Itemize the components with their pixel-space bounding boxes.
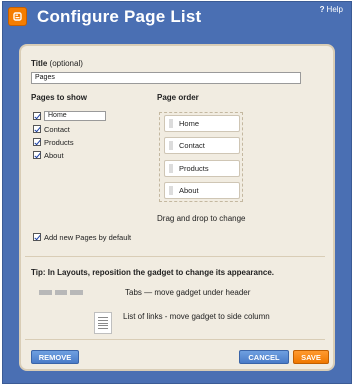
title-input[interactable]: Pages	[31, 72, 301, 84]
settings-panel: Title (optional) Pages Pages to show Hom…	[19, 44, 335, 371]
configure-page-list-dialog: Configure Page List ? Help Title (option…	[2, 1, 352, 384]
order-item-label: Home	[179, 119, 200, 128]
pages-to-show-label: Pages to show	[31, 93, 88, 102]
drag-hint: Drag and drop to change	[157, 214, 246, 223]
page-label-about: About	[44, 150, 64, 160]
help-icon: ?	[319, 5, 325, 14]
dialog-header: Configure Page List ? Help	[3, 2, 351, 34]
checkbox[interactable]	[33, 138, 41, 146]
page-order-label: Page order	[157, 93, 199, 102]
order-item-contact[interactable]: Contact	[164, 137, 240, 154]
tip-text: Tip: In Layouts, reposition the gadget t…	[31, 268, 274, 277]
title-field-label: Title (optional)	[31, 59, 83, 68]
tabs-layout-icon	[39, 290, 84, 296]
page-checkbox-about[interactable]: About	[33, 150, 64, 160]
divider	[25, 256, 325, 257]
page-label-contact: Contact	[44, 124, 70, 134]
list-description: List of links - move gadget to side colu…	[123, 312, 270, 321]
help-label: Help	[326, 5, 343, 14]
cancel-button[interactable]: CANCEL	[239, 350, 289, 364]
page-label-input-home[interactable]: Home	[44, 111, 106, 121]
list-layout-icon	[94, 312, 112, 334]
drag-handle-icon[interactable]	[169, 164, 173, 173]
divider	[25, 339, 325, 340]
drag-handle-icon[interactable]	[169, 186, 173, 195]
checkbox[interactable]	[33, 112, 41, 120]
title-label: Title	[31, 59, 48, 68]
order-item-label: About	[179, 186, 199, 195]
order-item-home[interactable]: Home	[164, 115, 240, 132]
drag-handle-icon[interactable]	[169, 141, 173, 150]
help-link[interactable]: ? Help	[320, 5, 343, 14]
add-new-pages-option[interactable]: Add new Pages by default	[33, 232, 131, 242]
page-checkbox-contact[interactable]: Contact	[33, 124, 70, 134]
save-button[interactable]: SAVE	[293, 350, 329, 364]
page-order-list: Home Contact Products About	[159, 112, 243, 202]
blogger-icon	[8, 7, 27, 26]
page-checkbox-products[interactable]: Products	[33, 137, 74, 147]
add-new-pages-label: Add new Pages by default	[44, 232, 132, 242]
tabs-description: Tabs — move gadget under header	[125, 288, 251, 297]
drag-handle-icon[interactable]	[169, 119, 173, 128]
order-item-about[interactable]: About	[164, 182, 240, 199]
checkbox[interactable]	[33, 151, 41, 159]
checkbox[interactable]	[33, 125, 41, 133]
page-label-products: Products	[44, 137, 74, 147]
order-item-label: Products	[179, 164, 209, 173]
order-item-label: Contact	[179, 141, 205, 150]
page-checkbox-home[interactable]: Home	[33, 111, 106, 121]
remove-button[interactable]: REMOVE	[31, 350, 79, 364]
title-optional-label: (optional)	[49, 59, 83, 68]
checkbox[interactable]	[33, 233, 41, 241]
dialog-title: Configure Page List	[37, 7, 202, 26]
order-item-products[interactable]: Products	[164, 160, 240, 177]
